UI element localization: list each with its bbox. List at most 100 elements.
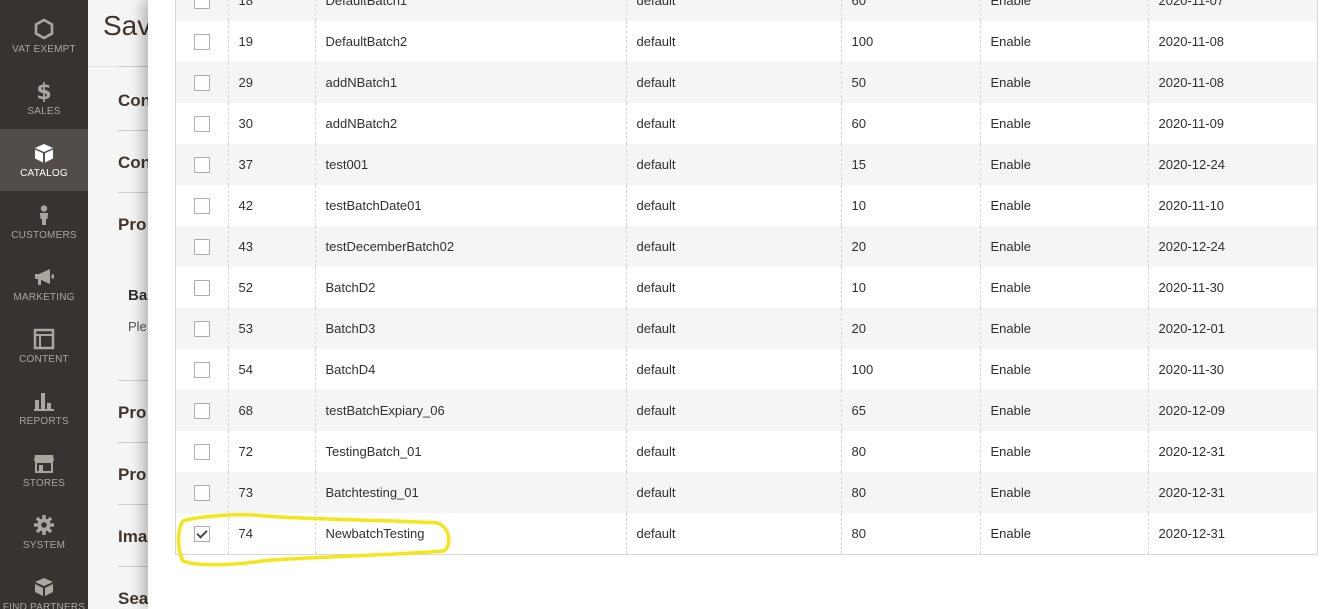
- cell-store: default: [625, 472, 841, 513]
- row-select-checkbox[interactable]: [193, 238, 210, 255]
- cell-store: default: [625, 185, 841, 226]
- menu-item-stores[interactable]: STORES: [0, 439, 88, 501]
- cell-id: 74: [227, 513, 315, 554]
- cell-status: Enable: [979, 349, 1148, 390]
- cell-id: 37: [227, 144, 315, 185]
- section-heading-6[interactable]: Sea: [118, 589, 148, 609]
- svg-text:$: $: [36, 80, 51, 102]
- cell-qty: 60: [840, 103, 980, 144]
- cell-name: BatchD4: [314, 349, 626, 390]
- row-select-checkbox[interactable]: [193, 0, 210, 9]
- select-cell: [176, 349, 228, 390]
- menu-item-customers[interactable]: CUSTOMERS: [0, 191, 88, 253]
- cell-status: Enable: [979, 62, 1148, 103]
- select-cell: [176, 308, 228, 349]
- page-title: Sav: [103, 10, 152, 41]
- row-select-checkbox[interactable]: [193, 115, 210, 132]
- menu-item-system[interactable]: SYSTEM: [0, 501, 88, 563]
- menu-item-label: FIND PARTNERS: [2, 602, 86, 609]
- row-select-checkbox[interactable]: [193, 443, 210, 460]
- cell-id: 73: [227, 472, 315, 513]
- row-select-checkbox[interactable]: [193, 74, 210, 91]
- layout-icon: [33, 328, 55, 350]
- cell-qty: 10: [840, 185, 980, 226]
- row-select-checkbox[interactable]: [193, 525, 210, 542]
- row-select-checkbox[interactable]: [193, 279, 210, 296]
- cell-date: 2020-11-30: [1147, 267, 1317, 308]
- row-select-checkbox[interactable]: [193, 197, 210, 214]
- table-row[interactable]: 54 BatchD4 default 100 Enable 2020-11-30: [176, 349, 1317, 390]
- select-cell: [176, 226, 228, 267]
- table-row[interactable]: 42 testBatchDate01 default 10 Enable 2020-11-…: [176, 185, 1317, 226]
- table-row[interactable]: 30 addNBatch2 default 60 Enable 2020-11-09: [176, 103, 1317, 144]
- cell-status: Enable: [979, 308, 1148, 349]
- cell-date: 2020-11-07: [1147, 0, 1317, 21]
- select-cell: [176, 390, 228, 431]
- section-heading-0[interactable]: Con: [118, 91, 151, 111]
- cell-name: TestingBatch_01: [314, 431, 626, 472]
- cell-name: NewbatchTesting: [314, 513, 626, 554]
- section-heading-1[interactable]: Con: [118, 153, 151, 173]
- table-row[interactable]: 29 addNBatch1 default 50 Enable 2020-11-08: [176, 62, 1317, 103]
- row-select-checkbox[interactable]: [193, 361, 210, 378]
- menu-item-label: STORES: [22, 478, 66, 489]
- table-row[interactable]: 73 Batchtesting_01 default 80 Enable 2020-12-…: [176, 472, 1317, 513]
- cell-qty: 20: [840, 226, 980, 267]
- cell-store: default: [625, 226, 841, 267]
- batch-grid: 18 DefaultBatch1 default 60 Enable 2020-11-07…: [175, 0, 1318, 555]
- row-select-checkbox[interactable]: [193, 402, 210, 419]
- cell-status: Enable: [979, 267, 1148, 308]
- section-divider: [118, 380, 148, 381]
- select-cell: [176, 185, 228, 226]
- dollar-icon: $: [33, 80, 55, 105]
- menu-item-vat-exempt[interactable]: VAT EXEMPT: [0, 5, 88, 67]
- cell-id: 53: [227, 308, 315, 349]
- cell-store: default: [625, 21, 841, 62]
- row-select-checkbox[interactable]: [193, 320, 210, 337]
- section-heading-2[interactable]: Pro: [118, 215, 146, 235]
- table-row[interactable]: 19 DefaultBatch2 default 100 Enable 2020-11-0…: [176, 21, 1317, 62]
- section-heading-4[interactable]: Pro: [118, 465, 146, 485]
- table-row[interactable]: 68 testBatchExpiary_06 default 65 Enable 2020…: [176, 390, 1317, 431]
- section-heading-5[interactable]: Ima: [118, 527, 147, 547]
- table-row[interactable]: 72 TestingBatch_01 default 80 Enable 2020-12-…: [176, 431, 1317, 472]
- row-select-checkbox[interactable]: [193, 156, 210, 173]
- menu-item-catalog[interactable]: CATALOG: [0, 129, 88, 191]
- table-row[interactable]: 18 DefaultBatch1 default 60 Enable 2020-11-07: [176, 0, 1317, 21]
- menu-item-sales[interactable]: $ SALES: [0, 67, 88, 129]
- cell-name: test001: [314, 144, 626, 185]
- table-row[interactable]: 37 test001 default 15 Enable 2020-12-24: [176, 144, 1317, 185]
- cell-status: Enable: [979, 0, 1148, 21]
- cell-status: Enable: [979, 472, 1148, 513]
- table-row[interactable]: 74 NewbatchTesting default 80 Enable 2020-12-…: [176, 513, 1317, 554]
- row-select-checkbox[interactable]: [193, 33, 210, 50]
- menu-item-content[interactable]: CONTENT: [0, 315, 88, 377]
- menu-item-label: SALES: [27, 106, 61, 117]
- cell-date: 2020-11-08: [1147, 21, 1317, 62]
- cell-date: 2020-12-24: [1147, 144, 1317, 185]
- cell-date: 2020-12-31: [1147, 431, 1317, 472]
- section-heading-3[interactable]: Pro: [118, 403, 146, 423]
- box-icon: [33, 142, 55, 164]
- admin-menu: VAT EXEMPT $ SALES CATALOG CUSTOMERS MARKETIN…: [0, 0, 88, 609]
- menu-item-find-partners[interactable]: FIND PARTNERS: [0, 563, 88, 609]
- table-row[interactable]: 53 BatchD3 default 20 Enable 2020-12-01: [176, 308, 1317, 349]
- select-cell: [176, 0, 228, 21]
- cell-date: 2020-12-09: [1147, 390, 1317, 431]
- menu-item-reports[interactable]: REPORTS: [0, 377, 88, 439]
- select-cell: [176, 513, 228, 554]
- person-icon: [33, 204, 55, 226]
- menu-item-label: MARKETING: [13, 292, 75, 303]
- cell-qty: 80: [840, 472, 980, 513]
- sub-text: Ple: [128, 319, 147, 334]
- megaphone-icon: [33, 266, 55, 288]
- cell-name: BatchD3: [314, 308, 626, 349]
- menu-item-marketing[interactable]: MARKETING: [0, 253, 88, 315]
- table-row[interactable]: 52 BatchD2 default 10 Enable 2020-11-30: [176, 267, 1317, 308]
- cell-name: addNBatch1: [314, 62, 626, 103]
- table-row[interactable]: 43 testDecemberBatch02 default 20 Enable 2020…: [176, 226, 1317, 267]
- cell-store: default: [625, 62, 841, 103]
- cell-qty: 100: [840, 21, 980, 62]
- cell-id: 30: [227, 103, 315, 144]
- row-select-checkbox[interactable]: [193, 484, 210, 501]
